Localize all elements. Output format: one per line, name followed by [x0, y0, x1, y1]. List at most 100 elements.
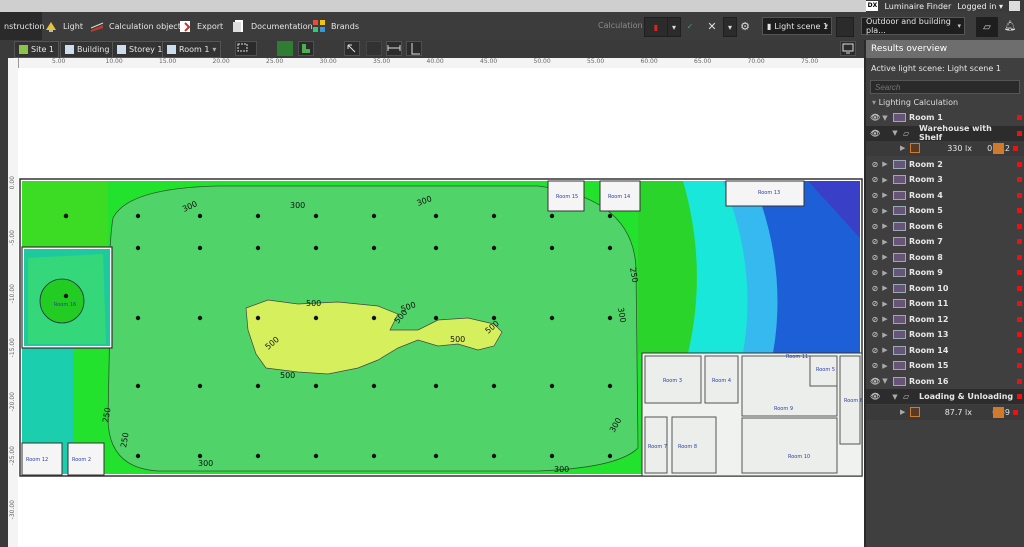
luminaire-dot[interactable] — [197, 453, 203, 459]
selection-tool[interactable] — [235, 41, 257, 56]
room-label[interactable]: Room 12 — [26, 457, 48, 463]
luminaire-dot[interactable] — [313, 245, 319, 251]
luminaire-dot[interactable] — [549, 315, 555, 321]
luminaire-finder-link[interactable]: Luminaire Finder — [884, 2, 951, 11]
result-room-row[interactable]: ⊘ ▶ Room 2 — [866, 157, 1024, 172]
luminaire-dot[interactable] — [433, 245, 439, 251]
room-label[interactable]: Room 9 — [774, 406, 793, 412]
expand-icon[interactable]: ▼ — [880, 114, 890, 122]
luminaire-dot[interactable] — [313, 453, 319, 459]
visibility-icon[interactable]: ⊘ — [870, 175, 880, 184]
crumb-site[interactable]: Site 1 — [14, 41, 59, 58]
crumb-storey[interactable]: Storey 1 — [112, 41, 168, 58]
result-room-row[interactable]: ⊘ ▶ Room 10 — [866, 281, 1024, 296]
luminaire-dot[interactable] — [255, 245, 261, 251]
result-room-row[interactable]: 👁︎ ▼ Room 16 — [866, 374, 1024, 389]
luminaire-dot[interactable] — [549, 383, 555, 389]
result-room-row[interactable]: ⊘ ▶ Room 9 — [866, 265, 1024, 280]
expand-icon[interactable]: ▶ — [880, 176, 890, 184]
room-label[interactable]: Room 14 — [608, 194, 630, 200]
visibility-icon[interactable]: ⊘ — [870, 284, 880, 293]
delete-dropdown[interactable]: ▾ — [723, 17, 737, 37]
visibility-icon[interactable]: ⊘ — [870, 222, 880, 231]
login-status-button[interactable]: Logged in ▾ — [957, 2, 1003, 11]
result-room-row[interactable]: ⊘ ▶ Room 15 — [866, 358, 1024, 373]
luminaire-dot[interactable] — [371, 453, 377, 459]
luminaire-dot[interactable] — [607, 315, 613, 321]
luminaire-dot[interactable] — [135, 453, 141, 459]
result-workspace-row[interactable]: 👁︎ ▼ ▱ Warehouse with Shelf — [866, 124, 1024, 142]
light-scene-select[interactable]: ▮ Light scene 1 ▾ — [762, 17, 832, 35]
tab-construction[interactable]: nstruction — [0, 12, 44, 40]
expand-icon[interactable]: ▶ — [880, 346, 890, 354]
visibility-icon[interactable]: ⊘ — [870, 299, 880, 308]
crumb-room[interactable]: Room 1 ▾ — [162, 41, 222, 58]
view-mode-select[interactable]: Outdoor and building pla... ▾ — [861, 17, 965, 35]
visibility-icon[interactable]: 👁︎ — [870, 129, 880, 138]
luminaire-dot[interactable] — [371, 315, 377, 321]
luminaire-dot[interactable] — [197, 213, 203, 219]
delete-results-button[interactable]: ✕ — [701, 17, 723, 35]
visibility-icon[interactable]: 👁︎ — [870, 377, 880, 386]
luminaire-dot[interactable] — [433, 213, 439, 219]
expand-icon[interactable]: ▶ — [880, 300, 890, 308]
result-room-row[interactable]: 👁︎ ▼ Room 1 — [866, 110, 1024, 125]
visibility-icon[interactable]: ⊘ — [870, 330, 880, 339]
luminaire-dot[interactable] — [63, 293, 69, 299]
luminaire-dot[interactable] — [607, 245, 613, 251]
room-label[interactable]: Room 8 — [678, 444, 697, 450]
result-room-row[interactable]: ⊘ ▶ Room 12 — [866, 312, 1024, 327]
calculation-stop-button[interactable]: ▮ — [644, 17, 668, 37]
luminaire-dot[interactable] — [433, 315, 439, 321]
room-label[interactable]: Room 5 — [816, 367, 835, 373]
luminaire-dot[interactable] — [255, 453, 261, 459]
luminaire-dot[interactable] — [607, 383, 613, 389]
expand-icon[interactable]: ▶ — [880, 269, 890, 277]
luminaire-dot[interactable] — [313, 315, 319, 321]
luminaire-dot[interactable] — [63, 213, 69, 219]
luminaire-dot[interactable] — [135, 213, 141, 219]
luminaire-dot[interactable] — [433, 453, 439, 459]
expand-icon[interactable]: ▶ — [880, 362, 890, 370]
luminaire-dot[interactable] — [433, 383, 439, 389]
calculation-check-button[interactable]: ✓ — [681, 17, 699, 35]
room-label[interactable]: Room 2 — [72, 457, 91, 463]
expand-icon[interactable]: ▶ — [880, 315, 890, 323]
visibility-icon[interactable]: ⊘ — [870, 361, 880, 370]
visibility-icon[interactable]: ⊘ — [870, 237, 880, 246]
room-label[interactable]: Room 7 — [648, 444, 667, 450]
chevron-right-icon[interactable]: ▶ — [900, 144, 905, 152]
draw-rect-tool[interactable] — [277, 41, 293, 56]
result-room-row[interactable]: ⊘ ▶ Room 6 — [866, 219, 1024, 234]
zoom-tool[interactable] — [366, 41, 382, 56]
result-room-row[interactable]: ⊘ ▶ Room 13 — [866, 327, 1024, 342]
luminaire-dot[interactable] — [255, 213, 261, 219]
result-room-row[interactable]: ⊘ ▶ Room 14 — [866, 343, 1024, 358]
luminaire-dot[interactable] — [607, 453, 613, 459]
visibility-icon[interactable]: ⊘ — [870, 206, 880, 215]
plan-canvas[interactable]: 300 300 300 500 500 500 500 500 500 500 250 250 250 3… — [18, 68, 864, 547]
result-room-row[interactable]: ⊘ ▶ Room 5 — [866, 203, 1024, 218]
luminaire-dot[interactable] — [255, 383, 261, 389]
luminaire-dot[interactable] — [491, 245, 497, 251]
calculation-dropdown[interactable]: ▾ — [667, 17, 681, 37]
chevron-right-icon[interactable]: ▶ — [900, 408, 905, 416]
results-search-input[interactable] — [870, 80, 1020, 94]
luminaire-dot[interactable] — [491, 453, 497, 459]
room-label[interactable]: Room 15 — [556, 194, 578, 200]
room-label[interactable]: Room 11 — [786, 354, 808, 360]
result-room-row[interactable]: ⊘ ▶ Room 7 — [866, 234, 1024, 249]
room-label[interactable]: Room 13 — [758, 190, 780, 196]
visibility-icon[interactable]: ⊘ — [870, 268, 880, 277]
room-label[interactable]: Room 4 — [712, 378, 731, 384]
luminaire-dot[interactable] — [197, 383, 203, 389]
room-label[interactable]: Room 6 — [844, 398, 863, 404]
room-label[interactable]: Room 16 — [54, 302, 76, 308]
result-room-row[interactable]: ⊘ ▶ Room 4 — [866, 188, 1024, 203]
luminaire-dot[interactable] — [135, 245, 141, 251]
measure-tool[interactable] — [386, 41, 402, 56]
visibility-icon[interactable]: 👁︎ — [870, 392, 880, 401]
luminaire-dot[interactable] — [135, 383, 141, 389]
luminaire-dot[interactable] — [371, 213, 377, 219]
result-workspace-row[interactable]: 👁︎ ▼ ▱ Loading & Unloading — [866, 389, 1024, 404]
